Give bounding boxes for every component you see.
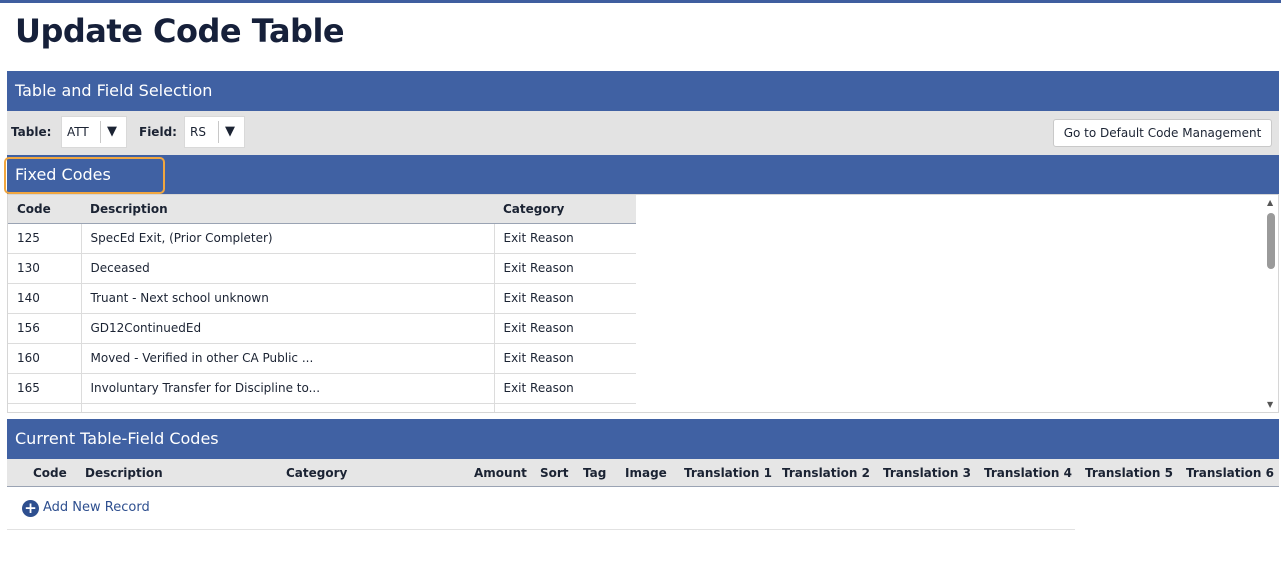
column-header-description[interactable]: Description bbox=[81, 195, 494, 224]
table-row[interactable]: 125 SpecEd Exit, (Prior Completer) Exit … bbox=[8, 223, 636, 254]
arrow-down-icon[interactable]: ▼ bbox=[1267, 400, 1273, 409]
fixed-codes-panel[interactable]: Code Description Category 125 SpecEd Exi… bbox=[7, 194, 1279, 413]
current-codes-header-row: Code Description Category Amount Sort Ta… bbox=[7, 459, 1279, 487]
code-cell: 130 bbox=[8, 253, 82, 284]
category-cell: Exit Reason bbox=[494, 373, 636, 404]
code-cell: 140 bbox=[8, 283, 82, 314]
column-header-category[interactable]: Category bbox=[494, 195, 636, 224]
top-accent-line bbox=[0, 0, 1281, 3]
table-select-value: ATT bbox=[67, 125, 89, 139]
add-new-record-link[interactable]: Add New Record bbox=[43, 500, 150, 515]
column-header-translation-5[interactable]: Translation 5 bbox=[1085, 466, 1173, 480]
current-codes-title: Current Table-Field Codes bbox=[15, 429, 219, 448]
add-new-record-row: + Add New Record bbox=[7, 488, 1075, 530]
description-cell: GD12ContinuedEd bbox=[81, 313, 495, 344]
field-select[interactable]: RS ▼ bbox=[184, 116, 245, 148]
description-cell: Involuntary Transfer for Discipline to..… bbox=[81, 373, 495, 404]
column-header-translation-6[interactable]: Translation 6 bbox=[1186, 466, 1274, 480]
code-cell: 125 bbox=[8, 223, 82, 254]
fixed-codes-header-row: Code Description Category bbox=[8, 195, 636, 224]
code-cell: 156 bbox=[8, 313, 82, 344]
category-cell: Exit Reason bbox=[494, 313, 636, 344]
left-gutter bbox=[0, 70, 7, 570]
fixed-codes-highlight bbox=[4, 157, 165, 194]
column-header-translation-2[interactable]: Translation 2 bbox=[782, 466, 870, 480]
column-header-image[interactable]: Image bbox=[625, 466, 667, 480]
column-header-translation-3[interactable]: Translation 3 bbox=[883, 466, 971, 480]
code-cell bbox=[8, 403, 82, 412]
description-cell: Truant - Next school unknown bbox=[81, 283, 495, 314]
table-select[interactable]: ATT ▼ bbox=[61, 116, 127, 148]
fixed-codes-table: Code Description Category 125 SpecEd Exi… bbox=[8, 195, 636, 412]
category-cell: Exit Reason bbox=[494, 283, 636, 314]
description-cell: Deceased bbox=[81, 253, 495, 284]
fixed-codes-header: Fixed Codes bbox=[7, 155, 1279, 194]
column-header-tag[interactable]: Tag bbox=[583, 466, 606, 480]
column-header-code[interactable]: Code bbox=[8, 195, 81, 224]
description-cell: SpecEd Exit, (Prior Completer) bbox=[81, 223, 495, 254]
table-row[interactable]: 156 GD12ContinuedEd Exit Reason bbox=[8, 313, 636, 344]
description-cell: Moved - Verified in other CA Public ... bbox=[81, 343, 495, 374]
table-row[interactable]: 165 Involuntary Transfer for Discipline … bbox=[8, 373, 636, 404]
current-codes-header: Current Table-Field Codes bbox=[7, 419, 1279, 459]
select-divider bbox=[218, 121, 219, 143]
plus-circle-icon[interactable]: + bbox=[22, 500, 39, 517]
table-row[interactable]: 160 Moved - Verified in other CA Public … bbox=[8, 343, 636, 374]
code-cell: 165 bbox=[8, 373, 82, 404]
caret-down-icon[interactable]: ▼ bbox=[107, 124, 117, 139]
arrow-up-icon[interactable]: ▲ bbox=[1267, 198, 1273, 207]
scroll-thumb[interactable] bbox=[1267, 213, 1275, 269]
description-cell bbox=[81, 403, 495, 412]
column-header-translation-1[interactable]: Translation 1 bbox=[684, 466, 772, 480]
table-field-selection-header: Table and Field Selection bbox=[7, 71, 1279, 111]
column-header-amount[interactable]: Amount bbox=[474, 466, 527, 480]
page-title: Update Code Table bbox=[15, 12, 345, 50]
selection-bar: Table: ATT ▼ Field: RS ▼ Go to Default C… bbox=[7, 111, 1279, 155]
category-cell: Exit Reason bbox=[494, 223, 636, 254]
column-header-category[interactable]: Category bbox=[286, 466, 347, 480]
table-field-selection-title: Table and Field Selection bbox=[15, 81, 213, 100]
field-select-value: RS bbox=[190, 125, 206, 139]
fixed-codes-scrollbar[interactable]: ▲ ▼ bbox=[1264, 195, 1278, 412]
go-to-default-code-management-button[interactable]: Go to Default Code Management bbox=[1053, 119, 1272, 147]
table-row[interactable]: 130 Deceased Exit Reason bbox=[8, 253, 636, 284]
category-cell bbox=[494, 403, 636, 412]
table-row-partial bbox=[8, 403, 636, 412]
table-label: Table: bbox=[11, 125, 52, 139]
field-label: Field: bbox=[139, 125, 177, 139]
column-header-translation-4[interactable]: Translation 4 bbox=[984, 466, 1072, 480]
column-header-sort[interactable]: Sort bbox=[540, 466, 569, 480]
column-header-description[interactable]: Description bbox=[85, 466, 163, 480]
code-cell: 160 bbox=[8, 343, 82, 374]
category-cell: Exit Reason bbox=[494, 343, 636, 374]
category-cell: Exit Reason bbox=[494, 253, 636, 284]
column-header-code[interactable]: Code bbox=[33, 466, 67, 480]
caret-down-icon[interactable]: ▼ bbox=[225, 124, 235, 139]
table-row[interactable]: 140 Truant - Next school unknown Exit Re… bbox=[8, 283, 636, 314]
select-divider bbox=[100, 121, 101, 143]
